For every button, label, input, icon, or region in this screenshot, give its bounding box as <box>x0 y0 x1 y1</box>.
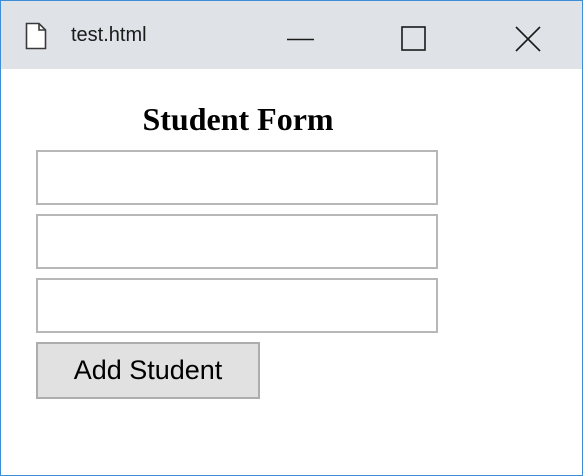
close-button[interactable] <box>499 1 559 69</box>
student-field-2[interactable] <box>36 214 438 269</box>
close-icon <box>515 26 541 52</box>
minimize-button[interactable] <box>272 1 332 69</box>
add-student-button[interactable]: Add Student <box>36 342 260 399</box>
browser-window: test.html Student Form Add Student <box>0 0 583 476</box>
window-title: test.html <box>71 24 147 46</box>
maximize-icon <box>401 26 426 51</box>
student-field-3[interactable] <box>36 278 438 333</box>
minimize-icon <box>287 38 314 41</box>
title-bar[interactable]: test.html <box>1 1 582 69</box>
form-title: Student Form <box>142 101 334 137</box>
maximize-button[interactable] <box>384 1 444 69</box>
student-field-1[interactable] <box>36 150 438 205</box>
page-content: Student Form Add Student <box>1 69 582 475</box>
document-icon <box>25 22 47 50</box>
